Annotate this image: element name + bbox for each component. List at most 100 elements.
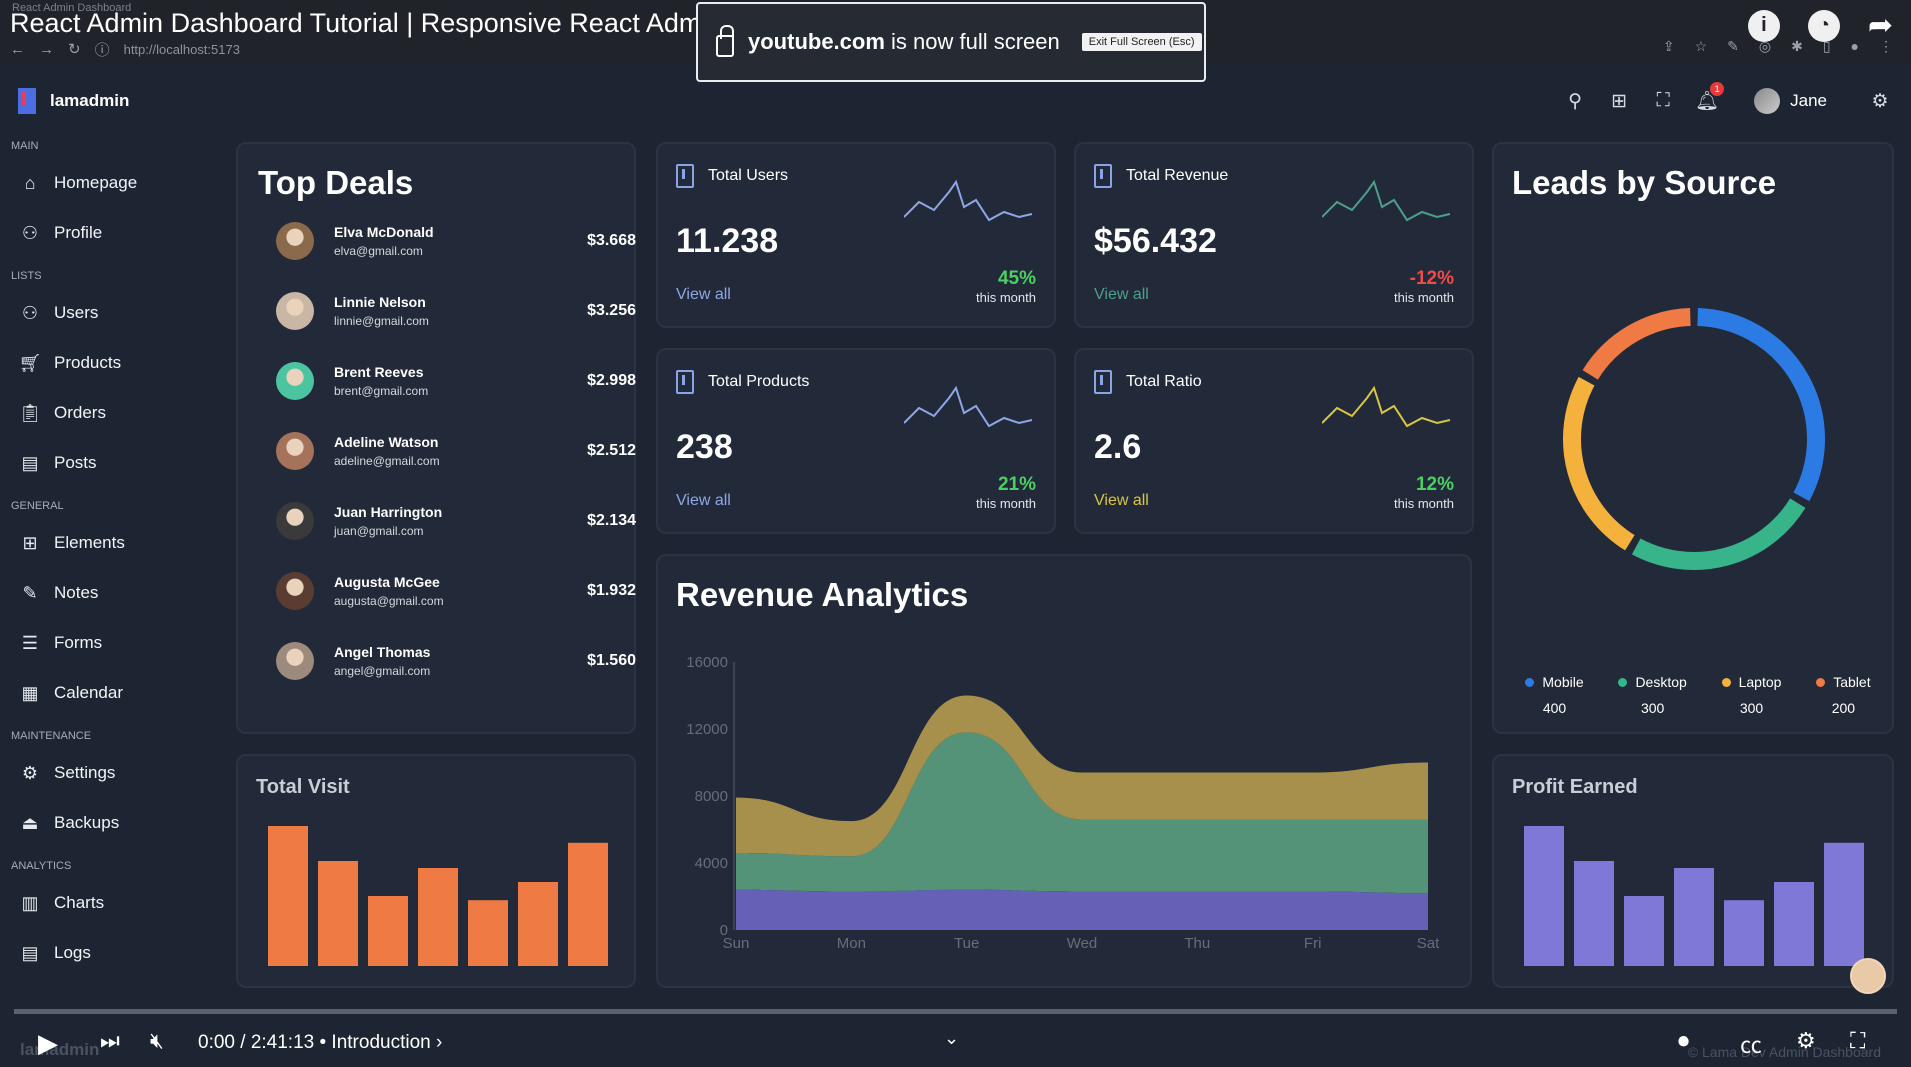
extension-icon[interactable]: ◎ <box>1759 38 1771 55</box>
browser-toolbar: ⇪ ☆ ✎ ◎ ✱ ▯ ● ⋮ <box>1663 38 1893 55</box>
reload-icon[interactable]: ↻ <box>68 40 81 58</box>
video-progress-bar[interactable] <box>14 1009 1897 1014</box>
view-all-link[interactable]: View all <box>1094 492 1149 510</box>
top-deals-title: Top Deals <box>258 164 414 201</box>
logo[interactable]: lamadmin <box>18 88 129 114</box>
avatar <box>276 362 314 400</box>
play-icon[interactable]: ▶ <box>38 1028 58 1059</box>
profile-icon[interactable]: ● <box>1851 38 1859 55</box>
stat-header: Total Revenue <box>1094 164 1228 188</box>
x-tick-label: Thu <box>1184 935 1210 952</box>
bookmark-star-icon[interactable]: ☆ <box>1695 38 1708 55</box>
avatar <box>276 572 314 610</box>
y-tick-label: 4000 <box>695 855 728 872</box>
cart-icon: 🛒︎ <box>18 352 42 373</box>
autoplay-toggle-icon[interactable]: ⏺ <box>1678 1028 1689 1054</box>
gear-icon[interactable]: ⚙ <box>1869 90 1891 112</box>
legend-dot <box>1816 677 1826 687</box>
sidebar-item-posts[interactable]: ▤ Posts <box>0 438 215 488</box>
sidebar-item-label: Elements <box>54 533 125 552</box>
avatar <box>276 642 314 680</box>
calendar-icon: ▦ <box>21 682 39 703</box>
stat-card-total-ratio: Total Ratio 2.6 View all 12% this month <box>1074 348 1474 534</box>
leads-box: Leads by Source Mobile 400 Desktop 300 Lapto… <box>1492 142 1894 734</box>
next-icon[interactable]: ⏭ <box>100 1028 120 1054</box>
exit-fullscreen-button[interactable]: Exit Full Screen (Esc) <box>1081 33 1202 51</box>
sidebar-item-settings[interactable]: ⚙ Settings <box>0 748 215 798</box>
more-icon[interactable]: ⋮ <box>1879 38 1893 55</box>
donut-slice-mobile <box>1697 308 1825 502</box>
document-icon: ▤ <box>21 942 39 963</box>
sidebar-item-calendar[interactable]: ▦ Calendar <box>0 668 215 718</box>
deal-row[interactable]: Augusta McGee augusta@gmail.com $1.932 <box>276 566 636 616</box>
user-menu[interactable]: Jane <box>1754 88 1827 114</box>
deal-email: brent@gmail.com <box>334 384 429 398</box>
chevron-down-icon[interactable]: ⌄ <box>944 1028 959 1049</box>
deal-row[interactable]: Linnie Nelson linnie@gmail.com $3.256 <box>276 286 636 336</box>
stat-percent: 12% <box>1415 474 1454 495</box>
sidebar-icon[interactable]: ▯ <box>1823 38 1831 55</box>
view-all-link[interactable]: View all <box>676 492 731 510</box>
stat-period: this month <box>1394 496 1454 511</box>
sidebar-item-label: Logs <box>54 943 91 962</box>
deal-row[interactable]: Angel Thomas angel@gmail.com $1.560 <box>276 636 636 686</box>
view-all-link[interactable]: View all <box>1094 286 1149 304</box>
sidebar-item-forms[interactable]: ☰ Forms <box>0 618 215 668</box>
share-page-icon[interactable]: ⇪ <box>1663 38 1675 55</box>
puzzle-icon[interactable]: ✱ <box>1791 38 1803 55</box>
deal-row[interactable]: Brent Reeves brent@gmail.com $2.998 <box>276 356 636 406</box>
sidebar-item-profile[interactable]: ⚇ Profile <box>0 208 215 258</box>
forward-icon[interactable]: → <box>39 41 54 58</box>
deal-amount: $2.512 <box>587 442 636 459</box>
chapter-label[interactable]: • Introduction › <box>320 1032 443 1053</box>
person-icon: ⚇ <box>21 302 39 323</box>
sidebar-item-orders[interactable]: 📋︎ Orders <box>0 388 215 438</box>
deal-email: elva@gmail.com <box>334 244 423 258</box>
bar <box>318 861 358 966</box>
exit-fullscreen-icon[interactable]: ⛶ <box>1850 1028 1865 1054</box>
sidebar-item-charts[interactable]: ▥ Charts <box>0 878 215 928</box>
info-icon[interactable]: ⓘ <box>95 39 110 60</box>
apps-grid-icon[interactable]: ⊞ <box>1608 90 1630 112</box>
document-icon: ▤ <box>21 452 39 473</box>
info-icon[interactable]: i <box>1747 9 1780 42</box>
deal-name: Juan Harrington <box>334 504 443 520</box>
area-chart: 0400080001200016000Sun Mon Tue Wed Thu Fri Sat <box>686 654 1440 952</box>
total-visit-box: Total Visit <box>236 754 636 988</box>
deal-row[interactable]: Adeline Watson adeline@gmail.com $2.512 <box>276 426 636 476</box>
legend-value: 300 <box>1739 700 1764 716</box>
extension-icon[interactable]: ✎ <box>1727 38 1739 55</box>
sparkline <box>1322 385 1451 428</box>
floating-avatar[interactable] <box>1850 958 1886 994</box>
sidebar-item-label: Products <box>54 353 122 372</box>
sidebar-item-homepage[interactable]: ⌂ Homepage <box>0 158 215 208</box>
bar <box>268 826 308 966</box>
sidebar-item-users[interactable]: ⚇ Users <box>0 288 215 338</box>
sidebar-item-logs[interactable]: ▤ Logs <box>0 928 215 978</box>
sidebar-item-products[interactable]: 🛒︎ Products <box>0 338 215 388</box>
deal-amount: $2.134 <box>587 512 636 529</box>
back-icon[interactable]: ← <box>10 41 25 58</box>
sidebar-item-notes[interactable]: ✎ Notes <box>0 568 215 618</box>
expand-icon[interactable]: ⛶ <box>1652 90 1674 112</box>
sidebar-item-label: Profile <box>54 223 103 242</box>
deal-info: Juan Harrington juan@gmail.com <box>334 504 587 538</box>
sidebar-item-elements[interactable]: ⊞ Elements <box>0 518 215 568</box>
stat-period: this month <box>1394 290 1454 305</box>
stat-value: 2.6 <box>1094 428 1142 466</box>
sidebar-item-backups[interactable]: ⏏ Backups <box>0 798 215 848</box>
captions-icon[interactable]: ㏄ <box>1740 1028 1762 1060</box>
deal-row[interactable]: Elva McDonald elva@gmail.com $3.668 <box>276 216 636 266</box>
address-bar[interactable]: http://localhost:5173 <box>124 42 240 57</box>
stat-card-total-revenue: Total Revenue $56.432 View all -12% this mon… <box>1074 142 1474 328</box>
clock-icon[interactable]: ◔ <box>1807 9 1840 42</box>
stat-percent: 45% <box>997 268 1036 289</box>
stat-period: this month <box>976 496 1036 511</box>
mute-icon[interactable]: 🔇︎ <box>150 1028 164 1054</box>
search-icon[interactable]: ⚲ <box>1564 90 1586 112</box>
settings-icon[interactable]: ⚙ <box>1796 1028 1816 1054</box>
view-all-link[interactable]: View all <box>676 286 731 304</box>
deal-row[interactable]: Juan Harrington juan@gmail.com $2.134 <box>276 496 636 546</box>
profit-title: Profit Earned <box>1512 776 1638 798</box>
bell-icon[interactable]: 🔔︎ 1 <box>1695 82 1725 112</box>
